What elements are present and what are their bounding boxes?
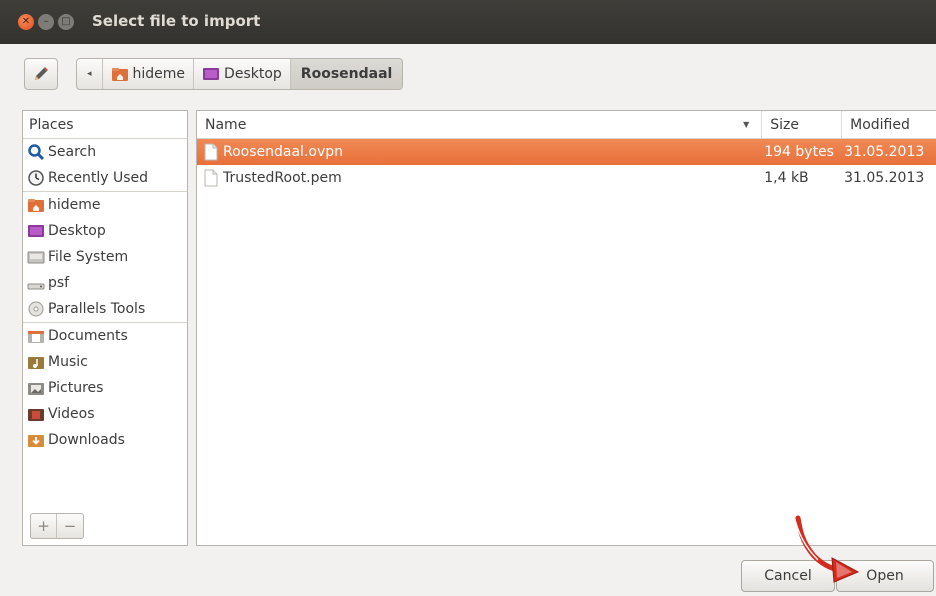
sidebar-item-music[interactable]: Music: [23, 349, 187, 375]
home-folder-icon: [111, 68, 128, 81]
file-size: 194 bytes: [764, 144, 834, 160]
table-row[interactable]: TrustedRoot.pem 1,4 kB 31.05.2013: [197, 165, 936, 191]
column-header-name[interactable]: Name ▼: [197, 111, 763, 138]
minimize-window-button[interactable]: –: [38, 14, 54, 30]
sidebar-item-label: Documents: [48, 328, 128, 344]
column-header-size[interactable]: Size: [762, 111, 843, 138]
file-list-header: Name ▼ Size Modified: [197, 111, 936, 139]
file-modified: 31.05.2013: [844, 170, 925, 186]
sidebar-item-desktop[interactable]: Desktop: [23, 218, 187, 244]
sidebar-item-pictures[interactable]: Pictures: [23, 375, 187, 401]
breadcrumb-roosendaal[interactable]: Roosendaal: [290, 59, 403, 89]
music-folder-icon: [28, 357, 44, 369]
breadcrumb-hideme[interactable]: hideme: [103, 59, 195, 89]
window-title: Select file to import: [92, 12, 261, 30]
close-window-button[interactable]: ✕: [18, 14, 34, 30]
file-modified: 31.05.2013: [844, 144, 925, 160]
column-header-modified[interactable]: Modified: [842, 111, 936, 138]
search-icon: [28, 144, 45, 161]
breadcrumb-desktop[interactable]: Desktop: [194, 59, 291, 89]
file-icon: [204, 143, 218, 161]
file-name: Roosendaal.ovpn: [223, 144, 344, 160]
sidebar-item-documents[interactable]: Documents: [23, 323, 187, 349]
sidebar-item-search[interactable]: Search: [23, 139, 187, 165]
breadcrumb-label: hideme: [132, 66, 186, 82]
breadcrumb-label: Desktop: [224, 66, 282, 82]
title-bar: ✕ – □ Select file to import: [0, 0, 936, 44]
breadcrumb-label: Roosendaal: [300, 66, 393, 82]
places-sidebar: Places Search Recently Used hideme Deskt…: [22, 110, 188, 546]
sort-descending-icon: ▼: [743, 120, 750, 129]
sidebar-item-label: hideme: [48, 197, 101, 213]
filesystem-icon: [27, 251, 45, 264]
column-header-label: Size: [770, 116, 799, 133]
table-row[interactable]: Roosendaal.ovpn 194 bytes 31.05.2013: [197, 139, 936, 165]
column-header-label: Modified: [850, 116, 910, 133]
videos-folder-icon: [28, 409, 44, 421]
file-icon: [204, 169, 218, 187]
file-name: TrustedRoot.pem: [223, 170, 342, 186]
disc-icon: [28, 301, 44, 317]
maximize-window-button[interactable]: □: [58, 14, 74, 30]
sidebar-item-label: Videos: [48, 406, 95, 422]
documents-folder-icon: [28, 331, 44, 343]
chevron-left-icon: ◂: [87, 69, 92, 79]
sidebar-item-label: Desktop: [48, 223, 106, 239]
sidebar-item-recently-used[interactable]: Recently Used: [23, 165, 187, 191]
column-header-label: Name: [205, 116, 247, 133]
remove-bookmark-button[interactable]: −: [57, 514, 83, 538]
sidebar-item-label: Recently Used: [48, 170, 149, 186]
breadcrumb-back-arrow[interactable]: ◂: [77, 59, 103, 89]
recent-icon: [28, 170, 44, 186]
pencil-icon: [35, 67, 48, 80]
sidebar-item-label: Downloads: [48, 432, 125, 448]
minimize-icon: –: [43, 16, 49, 27]
home-folder-icon: [28, 199, 44, 212]
sidebar-item-videos[interactable]: Videos: [23, 401, 187, 427]
sidebar-item-label: Music: [48, 354, 88, 370]
bookmark-buttons: + −: [30, 513, 84, 539]
sidebar-item-psf[interactable]: psf: [23, 270, 187, 296]
sidebar-item-label: Pictures: [48, 380, 104, 396]
file-name-cell: TrustedRoot.pem: [197, 165, 762, 191]
open-button[interactable]: Open: [836, 560, 934, 592]
file-size: 1,4 kB: [764, 170, 809, 186]
downloads-folder-icon: [28, 435, 44, 447]
type-location-button[interactable]: [24, 58, 58, 90]
sidebar-item-downloads[interactable]: Downloads: [23, 427, 187, 453]
maximize-icon: □: [61, 16, 71, 27]
sidebar-item-file-system[interactable]: File System: [23, 244, 187, 270]
file-list: Name ▼ Size Modified Roosendaal.ovpn 194…: [196, 110, 936, 546]
drive-icon: [27, 283, 45, 290]
file-import-dialog: ✕ – □ Select file to import ◂ hideme Des…: [0, 0, 936, 596]
desktop-icon: [28, 225, 44, 237]
breadcrumb: ◂ hideme Desktop Roosendaal: [76, 58, 404, 90]
places-header: Places: [23, 111, 187, 139]
sidebar-item-hideme[interactable]: hideme: [23, 192, 187, 218]
desktop-icon: [203, 68, 220, 80]
sidebar-item-label: Search: [48, 144, 97, 160]
sidebar-item-label: Parallels Tools: [48, 301, 146, 317]
sidebar-item-label: psf: [48, 275, 70, 291]
sidebar-item-parallels-tools[interactable]: Parallels Tools: [23, 296, 187, 322]
cancel-button[interactable]: Cancel: [741, 560, 835, 592]
pictures-folder-icon: [28, 383, 44, 395]
add-bookmark-button[interactable]: +: [31, 514, 57, 538]
file-name-cell: Roosendaal.ovpn: [197, 139, 762, 165]
close-icon: ✕: [21, 16, 31, 27]
sidebar-item-label: File System: [48, 249, 129, 265]
